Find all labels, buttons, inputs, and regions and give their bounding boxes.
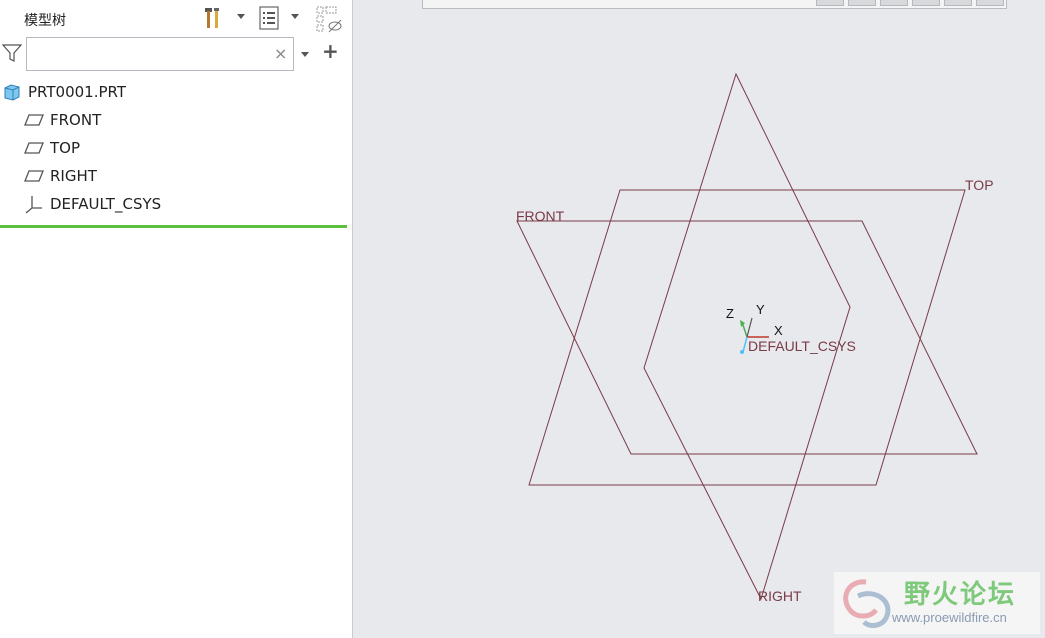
graphics-canvas[interactable] (0, 0, 1045, 638)
watermark-url: www.proewildfire.cn (892, 610, 1007, 625)
watermark-title: 野火论坛 (904, 580, 1017, 610)
default-csys-glyph (740, 317, 769, 354)
forum-watermark: 野火论坛 www.proewildfire.cn (834, 572, 1040, 634)
watermark-logo-icon (836, 574, 896, 632)
